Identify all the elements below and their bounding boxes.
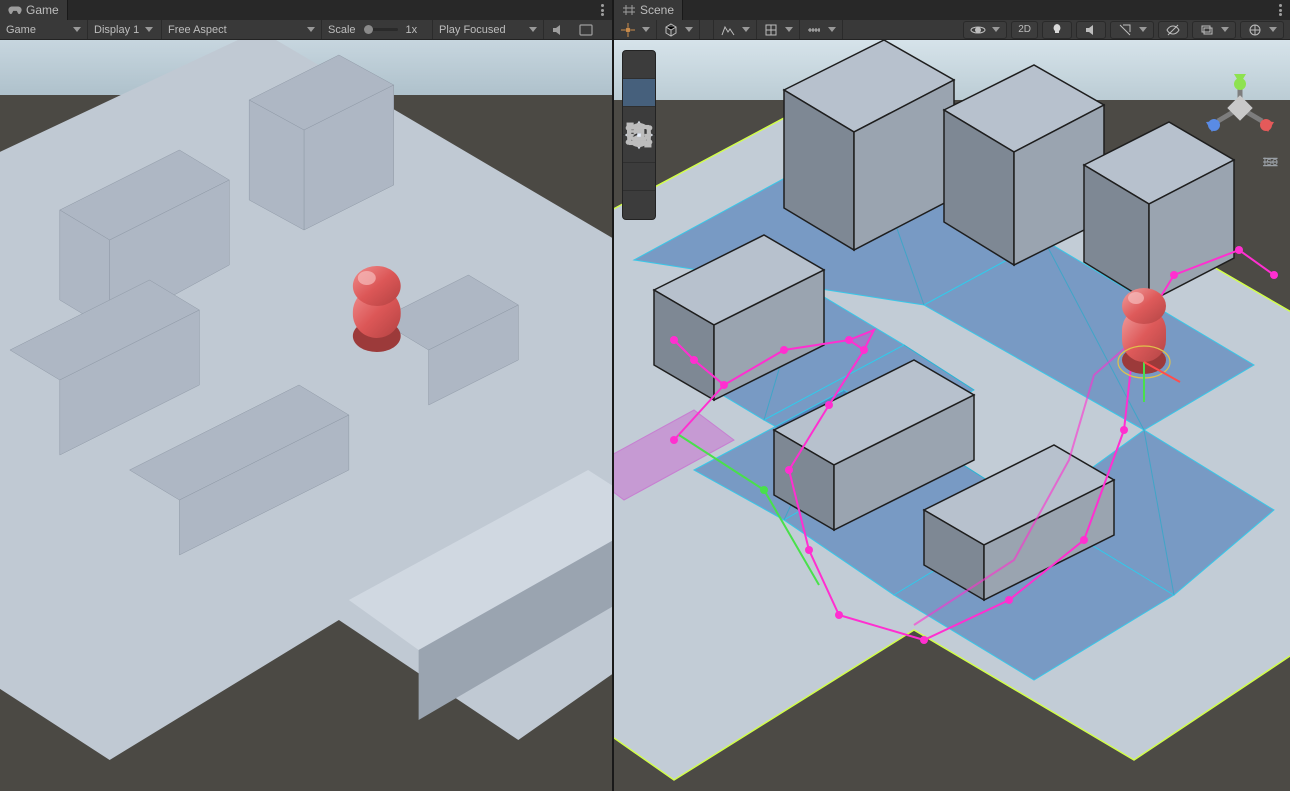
scene-tabbar: Scene <box>614 0 1290 20</box>
chevron-down-icon <box>73 27 81 32</box>
lightbulb-icon <box>1049 22 1065 38</box>
stats-icon <box>578 22 594 38</box>
game-panel-menu[interactable] <box>592 0 612 20</box>
camera-settings-button[interactable] <box>963 21 1007 39</box>
stats-button[interactable] <box>572 20 600 39</box>
agent-capsule <box>353 266 401 352</box>
play-focused-dropdown[interactable]: Play Focused <box>432 20 544 39</box>
game-target-dropdown[interactable]: Game <box>0 20 88 39</box>
display-dropdown[interactable]: Display 1 <box>88 20 162 39</box>
chevron-down-icon <box>642 27 650 32</box>
pivot-icon <box>620 22 636 38</box>
aspect-label: Free Aspect <box>168 24 227 36</box>
iso-lines-icon <box>1263 156 1278 168</box>
chevron-down-icon <box>828 27 836 32</box>
game-tab[interactable]: Game <box>0 0 68 20</box>
gizmos-button[interactable] <box>1240 21 1284 39</box>
game-tabbar: Game <box>0 0 612 20</box>
lighting-toggle[interactable] <box>1042 21 1072 39</box>
scene-panel-menu[interactable] <box>1270 0 1290 20</box>
controller-icon <box>8 4 22 16</box>
game-panel: Game Game Display 1 Free Aspect Scale <box>0 0 614 791</box>
fx-icon <box>1117 22 1133 38</box>
play-focused-label: Play Focused <box>439 24 506 36</box>
visibility-toggle[interactable] <box>1158 21 1188 39</box>
game-tab-label: Game <box>26 3 59 17</box>
chevron-down-icon <box>685 27 693 32</box>
scene-viewport[interactable]: Iso <box>614 40 1290 791</box>
scale-control[interactable]: Scale 1x <box>322 20 432 39</box>
pivot-mode-button[interactable] <box>614 20 657 39</box>
chevron-down-icon <box>742 27 750 32</box>
scene-grid-icon <box>622 4 636 16</box>
chevron-down-icon <box>1221 27 1229 32</box>
mute-button[interactable] <box>544 20 572 39</box>
eye-off-icon <box>1165 22 1181 38</box>
chevron-down-icon <box>1139 27 1147 32</box>
scene-tool-column <box>622 50 656 220</box>
transform-tool[interactable] <box>623 191 655 219</box>
audio-toggle[interactable] <box>1076 21 1106 39</box>
scale-slider[interactable] <box>364 28 398 31</box>
chevron-down-icon <box>145 27 153 32</box>
scale-label: Scale <box>328 24 356 36</box>
chevron-down-icon <box>992 27 1000 32</box>
chevron-down-icon <box>785 27 793 32</box>
projection-label[interactable]: Iso <box>1263 156 1278 168</box>
ruler-icon <box>806 22 822 38</box>
kebab-icon <box>601 4 604 16</box>
camera-orbit-icon <box>970 22 986 38</box>
layers-icon <box>1199 22 1215 38</box>
editor-split: Game Game Display 1 Free Aspect Scale <box>0 0 1290 791</box>
view-2d-toggle[interactable]: 2D <box>1011 21 1038 39</box>
chevron-down-icon <box>307 27 315 32</box>
audio-icon <box>550 22 566 38</box>
increment-snap-button[interactable] <box>800 20 843 39</box>
game-target-label: Game <box>6 24 36 36</box>
audio-icon <box>1083 22 1099 38</box>
btn-2d-label: 2D <box>1018 24 1031 35</box>
aspect-dropdown[interactable]: Free Aspect <box>162 20 322 39</box>
fx-toggle[interactable] <box>1110 21 1154 39</box>
game-viewport[interactable] <box>0 40 612 791</box>
scene-tab[interactable]: Scene <box>614 0 683 20</box>
scene-panel: Scene <box>614 0 1290 791</box>
draw-mode-button[interactable] <box>714 20 757 39</box>
layers-button[interactable] <box>1192 21 1236 39</box>
display-label: Display 1 <box>94 24 139 36</box>
scene-toolbar: 2D <box>614 20 1290 40</box>
scene-tab-label: Scene <box>640 3 674 17</box>
scale-value: 1x <box>406 24 418 36</box>
game-toolbar: Game Display 1 Free Aspect Scale 1x Play… <box>0 20 612 40</box>
gizmo-icon <box>1247 22 1263 38</box>
snap-icon <box>763 22 779 38</box>
drawmode-icon <box>720 22 736 38</box>
cube-icon <box>663 22 679 38</box>
chevron-down-icon <box>1269 27 1277 32</box>
shading-mode-button[interactable] <box>657 20 700 39</box>
kebab-icon <box>1279 4 1282 16</box>
chevron-down-icon <box>529 27 537 32</box>
snap-button[interactable] <box>757 20 800 39</box>
